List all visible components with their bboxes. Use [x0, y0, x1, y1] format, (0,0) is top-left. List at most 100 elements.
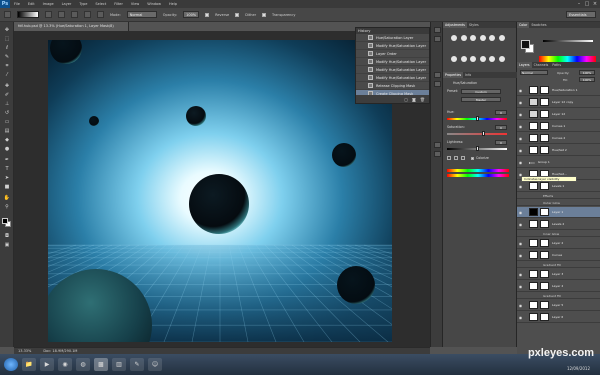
- lightness-slider[interactable]: [447, 146, 507, 151]
- layer-mask-thumbnail[interactable]: [540, 220, 549, 228]
- transparency-checkbox[interactable]: [262, 12, 267, 17]
- layer-mask-thumbnail[interactable]: [540, 146, 549, 154]
- layer-row[interactable]: Gradient Fill: [517, 262, 600, 268]
- menu-item-edit[interactable]: Edit: [24, 2, 39, 6]
- menu-item-layer[interactable]: Layer: [58, 2, 76, 6]
- hue-slider[interactable]: [447, 116, 507, 121]
- history-item[interactable]: Hue/Saturation Layer: [356, 34, 429, 42]
- layer-row[interactable]: ◉ Hue/Saturation 1: [517, 85, 600, 96]
- brush-tool-icon[interactable]: ✐: [3, 91, 11, 98]
- layer-thumbnail[interactable]: [529, 122, 538, 130]
- layer-thumbnail[interactable]: [529, 98, 538, 106]
- layer-row[interactable]: ◉ Layer 12: [517, 109, 600, 120]
- media-player-taskbar-icon[interactable]: ▶: [40, 358, 54, 371]
- new-document-from-state-icon[interactable]: ▢: [404, 97, 408, 102]
- properties-panel-icon[interactable]: [434, 72, 441, 78]
- layer-thumbnail[interactable]: [529, 313, 538, 321]
- bw-icon[interactable]: [460, 56, 467, 62]
- diamond-gradient-button[interactable]: [97, 11, 104, 18]
- clone-stamp-tool-icon[interactable]: ⊥: [3, 100, 11, 107]
- menu-item-image[interactable]: Image: [39, 2, 58, 6]
- hue-sat-icon[interactable]: [498, 35, 505, 41]
- actions-panel-icon[interactable]: [434, 36, 441, 42]
- marquee-tool-icon[interactable]: ⬚: [3, 35, 11, 42]
- invert-icon[interactable]: [498, 56, 505, 62]
- pen-tool-icon[interactable]: ✒: [3, 156, 11, 163]
- menu-item-select[interactable]: Select: [91, 2, 110, 6]
- eraser-tool-icon[interactable]: ▭: [3, 118, 11, 125]
- saturation-slider[interactable]: [447, 131, 507, 136]
- layer-mask-thumbnail[interactable]: [540, 282, 549, 290]
- exposure-icon[interactable]: [479, 35, 486, 41]
- lightness-slider-knob[interactable]: [475, 146, 479, 151]
- history-item[interactable]: Modify Hue/Saturation Layer: [356, 42, 429, 50]
- eyedropper-plus-icon[interactable]: [454, 156, 458, 160]
- colorize-checkbox[interactable]: [471, 157, 474, 160]
- tab-info[interactable]: Info: [463, 72, 473, 78]
- maximize-icon[interactable]: □: [584, 1, 590, 7]
- firefox-taskbar-icon[interactable]: ◍: [76, 358, 90, 371]
- dither-checkbox[interactable]: [235, 12, 240, 17]
- layer-thumbnail[interactable]: [529, 239, 538, 247]
- tab-styles[interactable]: Styles: [467, 22, 481, 28]
- blur-tool-icon[interactable]: ◆: [3, 136, 11, 143]
- eye-icon[interactable]: ◉: [517, 148, 524, 153]
- layer-thumbnail[interactable]: [529, 86, 538, 94]
- layer-thumbnail[interactable]: [529, 110, 538, 118]
- history-brush-tool-icon[interactable]: ↺: [3, 109, 11, 116]
- layer-opacity-field[interactable]: 100%: [579, 70, 595, 75]
- eye-icon[interactable]: ◉: [517, 303, 524, 308]
- layer-row[interactable]: ◉ Curves: [517, 250, 600, 261]
- paint-taskbar-icon[interactable]: ✎: [130, 358, 144, 371]
- layer-thumbnail[interactable]: [529, 146, 538, 154]
- layer-row[interactable]: ◉ Layer 2: [517, 238, 600, 249]
- layer-row[interactable]: Gradient Fill: [517, 293, 600, 299]
- layer-mask-thumbnail[interactable]: [540, 208, 549, 216]
- reflected-gradient-button[interactable]: [84, 11, 91, 18]
- layer-row[interactable]: Outer Glow: [517, 200, 600, 206]
- layer-mask-thumbnail[interactable]: [540, 134, 549, 142]
- character-panel-icon[interactable]: [434, 142, 441, 148]
- eye-icon[interactable]: ◉: [517, 136, 524, 141]
- curves-icon[interactable]: [470, 35, 476, 41]
- menu-item-file[interactable]: File: [10, 2, 24, 6]
- layer-mask-thumbnail[interactable]: [540, 98, 549, 106]
- layer-mask-thumbnail[interactable]: [540, 122, 549, 130]
- hue-value[interactable]: 0: [495, 110, 507, 115]
- photoshop-taskbar-icon[interactable]: ▩: [94, 358, 108, 371]
- path-select-tool-icon[interactable]: ➤: [3, 174, 11, 181]
- layer-thumbnail[interactable]: [529, 301, 538, 309]
- gradient-tool-icon[interactable]: ▤: [3, 127, 11, 134]
- layer-mask-thumbnail[interactable]: [540, 313, 549, 321]
- channel-mixer-icon[interactable]: [479, 56, 486, 62]
- vibrance-icon[interactable]: [489, 35, 495, 41]
- layer-row[interactable]: ◉ Layer 1: [517, 207, 600, 218]
- quick-select-tool-icon[interactable]: ✎: [3, 53, 11, 60]
- info-panel-icon[interactable]: [434, 81, 441, 87]
- messenger-taskbar-icon[interactable]: ☺: [148, 358, 162, 371]
- snapshot-icon[interactable]: ◙: [412, 97, 416, 102]
- saturation-value[interactable]: 0: [495, 125, 507, 130]
- layer-row[interactable]: ◉ Layer 5: [517, 300, 600, 311]
- color-lookup-icon[interactable]: [489, 56, 495, 62]
- linear-gradient-button[interactable]: [45, 11, 52, 18]
- layer-thumbnail[interactable]: [529, 182, 538, 190]
- eye-icon[interactable]: ◉: [517, 253, 524, 258]
- radial-gradient-button[interactable]: [58, 11, 65, 18]
- layer-row[interactable]: ◉ ▸▭ Group 1: [517, 157, 600, 168]
- mode-select[interactable]: Normal: [126, 11, 157, 18]
- foreground-color-swatch[interactable]: [2, 218, 8, 224]
- history-item[interactable]: Modify Hue/Saturation Layer: [356, 58, 429, 66]
- eye-icon[interactable]: ◉: [517, 222, 524, 227]
- layer-mask-thumbnail[interactable]: [540, 301, 549, 309]
- blend-mode-select[interactable]: Normal: [520, 70, 548, 75]
- layer-thumbnail[interactable]: [529, 134, 538, 142]
- levels-icon[interactable]: [460, 35, 467, 41]
- minimize-icon[interactable]: –: [576, 1, 582, 7]
- workspace-select[interactable]: Essentials: [566, 11, 596, 18]
- history-item[interactable]: Modify Hue/Saturation Layer: [356, 74, 429, 82]
- type-tool-icon[interactable]: T: [3, 165, 11, 172]
- close-icon[interactable]: ×: [592, 1, 598, 7]
- layer-row[interactable]: Effects: [517, 193, 600, 199]
- lightness-value[interactable]: 0: [495, 140, 507, 145]
